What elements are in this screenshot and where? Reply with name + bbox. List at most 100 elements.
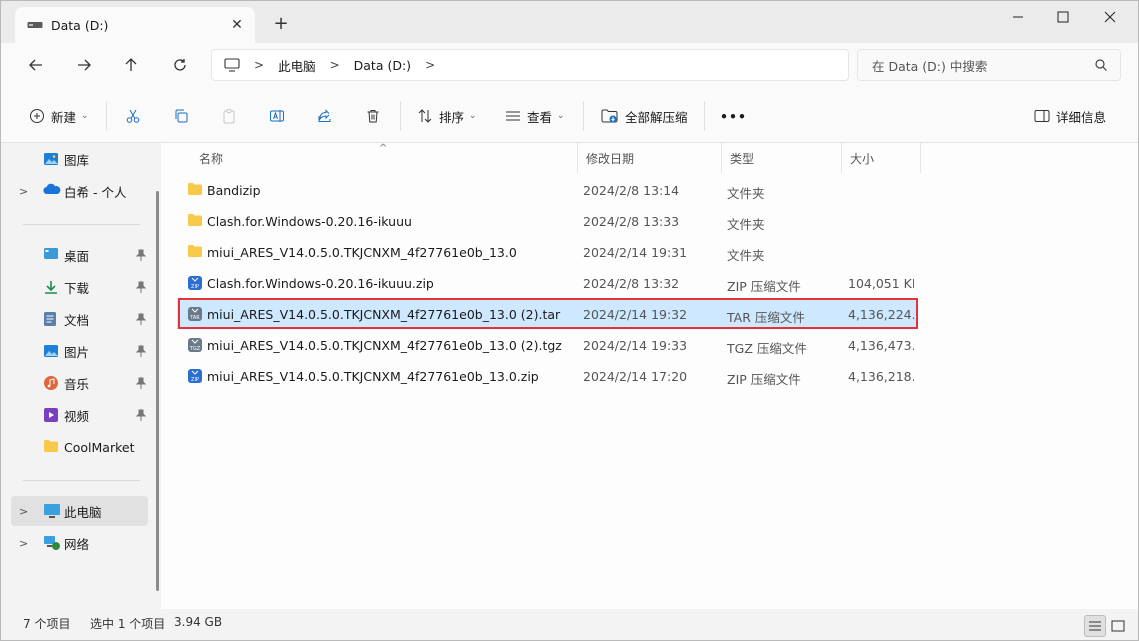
details-pane-icon: [1034, 110, 1050, 122]
divider: [400, 101, 401, 131]
monitor-icon: [224, 58, 240, 72]
paste-button[interactable]: [221, 105, 243, 127]
onedrive-icon: [43, 183, 61, 199]
address-bar[interactable]: > 此电脑 > Data (D:) >: [211, 49, 849, 81]
svg-text:ZIP: ZIP: [191, 284, 199, 290]
refresh-button[interactable]: [170, 55, 190, 75]
sidebar-item-gallery[interactable]: 图库: [11, 144, 148, 174]
sort-button[interactable]: 排序 ⌄: [417, 105, 477, 127]
chevron-right-icon[interactable]: >: [19, 185, 28, 198]
sidebar-item-coolmarket[interactable]: CoolMarket: [11, 432, 148, 462]
table-row[interactable]: ZIP Clash.for.Windows-0.20.16-ikuuu.zip …: [177, 268, 917, 298]
sidebar-item-desktop[interactable]: 桌面: [11, 240, 148, 270]
extract-all-button[interactable]: 全部解压缩: [601, 105, 688, 127]
breadcrumb-this-pc[interactable]: 此电脑: [278, 56, 316, 75]
share-button[interactable]: [317, 105, 339, 127]
file-name: Bandizip: [207, 183, 261, 198]
copy-button[interactable]: [173, 105, 195, 127]
sidebar-item-network[interactable]: > 网络: [11, 528, 148, 558]
cut-button[interactable]: [125, 105, 147, 127]
sidebar-item-documents[interactable]: 文档: [11, 304, 148, 334]
table-row[interactable]: Bandizip 2024/2/8 13:14 文件夹: [177, 175, 917, 205]
close-tab-icon[interactable]: ✕: [229, 17, 245, 33]
selection-highlight-box: [178, 298, 918, 329]
details-pane-button[interactable]: 详细信息: [1034, 105, 1106, 127]
sidebar-item-label: 图片: [64, 344, 90, 360]
divider: [23, 224, 140, 225]
pin-icon[interactable]: [135, 249, 147, 261]
gallery-icon: [43, 151, 59, 167]
file-type: TGZ 压缩文件: [727, 341, 807, 356]
details-view-button[interactable]: [1084, 615, 1106, 637]
file-name: miui_ARES_V14.0.5.0.TKJCNXM_4f27761e0b_1…: [207, 245, 517, 260]
divider: [583, 101, 584, 131]
sidebar-item-label: 桌面: [64, 248, 90, 264]
forward-button[interactable]: [74, 55, 94, 75]
tab-data-d[interactable]: Data (D:) ✕: [15, 7, 255, 43]
breadcrumb-data-d[interactable]: Data (D:): [354, 58, 411, 73]
sidebar-item-music[interactable]: 音乐: [11, 368, 148, 398]
pin-icon[interactable]: [135, 345, 147, 357]
table-row[interactable]: miui_ARES_V14.0.5.0.TKJCNXM_4f27761e0b_1…: [177, 237, 917, 267]
up-button[interactable]: [121, 55, 141, 75]
search-icon: [1094, 58, 1108, 72]
paste-icon: [223, 109, 235, 124]
folder-icon: [43, 439, 59, 455]
file-type: 文件夹: [727, 248, 765, 263]
minimize-button[interactable]: [996, 7, 1040, 27]
table-row[interactable]: ZIP miui_ARES_V14.0.5.0.TKJCNXM_4f27761e…: [177, 361, 917, 391]
file-name: Clash.for.Windows-0.20.16-ikuuu.zip: [207, 276, 434, 291]
pin-icon[interactable]: [135, 313, 147, 325]
sidebar-item-this-pc[interactable]: > 此电脑: [11, 496, 148, 526]
sidebar-item-pictures[interactable]: 图片: [11, 336, 148, 366]
chevron-right-icon[interactable]: >: [19, 505, 28, 518]
tgz-archive-icon: TGZ: [187, 337, 203, 353]
svg-text:TGZ: TGZ: [189, 346, 201, 352]
sidebar-scrollbar[interactable]: [156, 191, 159, 591]
tiles-view-button[interactable]: [1107, 615, 1129, 637]
file-date: 2024/2/14 17:20: [583, 369, 688, 384]
close-window-button[interactable]: [1088, 7, 1132, 27]
sidebar-item-videos[interactable]: 视频: [11, 400, 148, 430]
file-type: ZIP 压缩文件: [727, 279, 801, 294]
network-icon: [43, 535, 60, 551]
folder-icon: [187, 244, 203, 260]
view-button[interactable]: 查看 ⌄: [505, 105, 565, 127]
rename-button[interactable]: [269, 105, 291, 127]
column-header-date[interactable]: 修改日期: [577, 143, 721, 173]
document-icon: [43, 311, 59, 327]
chevron-right-icon[interactable]: >: [19, 537, 28, 550]
divider: [23, 480, 140, 481]
pin-icon[interactable]: [135, 377, 147, 389]
pin-icon[interactable]: [135, 281, 147, 293]
maximize-button[interactable]: [1041, 7, 1085, 27]
file-list: ^ 名称 修改日期 类型 大小 Bandizip 2024/2/8 13:14 …: [161, 143, 1138, 609]
sidebar-item-label: 白希 - 个人: [64, 184, 127, 200]
pin-icon[interactable]: [135, 409, 147, 421]
table-row[interactable]: TGZ miui_ARES_V14.0.5.0.TKJCNXM_4f27761e…: [177, 330, 917, 360]
sidebar-item-label: 图库: [64, 152, 90, 168]
back-button[interactable]: [26, 55, 46, 75]
sidebar-item-downloads[interactable]: 下载: [11, 272, 148, 302]
new-button[interactable]: 新建 ⌄: [29, 105, 89, 127]
delete-button[interactable]: [365, 105, 387, 127]
table-row[interactable]: Clash.for.Windows-0.20.16-ikuuu 2024/2/8…: [177, 206, 917, 236]
chevron-down-icon: ⌄: [469, 111, 477, 121]
new-tab-button[interactable]: +: [271, 14, 291, 34]
column-header-name[interactable]: 名称: [191, 143, 577, 173]
desktop-icon: [43, 247, 59, 263]
view-label: 查看: [527, 109, 553, 125]
file-name: miui_ARES_V14.0.5.0.TKJCNXM_4f27761e0b_1…: [207, 369, 539, 384]
svg-text:ZIP: ZIP: [191, 377, 199, 383]
sidebar-item-label: 此电脑: [64, 504, 102, 520]
column-header-type[interactable]: 类型: [721, 143, 841, 173]
selected-size: 3.94 GB: [174, 615, 223, 629]
search-input[interactable]: 在 Data (D:) 中搜索: [857, 49, 1121, 81]
more-options-button[interactable]: •••: [720, 105, 747, 127]
sidebar-item-label: 文档: [64, 312, 90, 328]
new-label: 新建: [51, 109, 77, 125]
more-icon: •••: [720, 108, 747, 124]
explorer-window: Data (D:) ✕ + > 此电脑 > Data (D:) > 在 Data…: [0, 0, 1139, 641]
column-header-size[interactable]: 大小: [841, 143, 921, 173]
sidebar-item-onedrive[interactable]: > 白希 - 个人: [11, 176, 148, 206]
